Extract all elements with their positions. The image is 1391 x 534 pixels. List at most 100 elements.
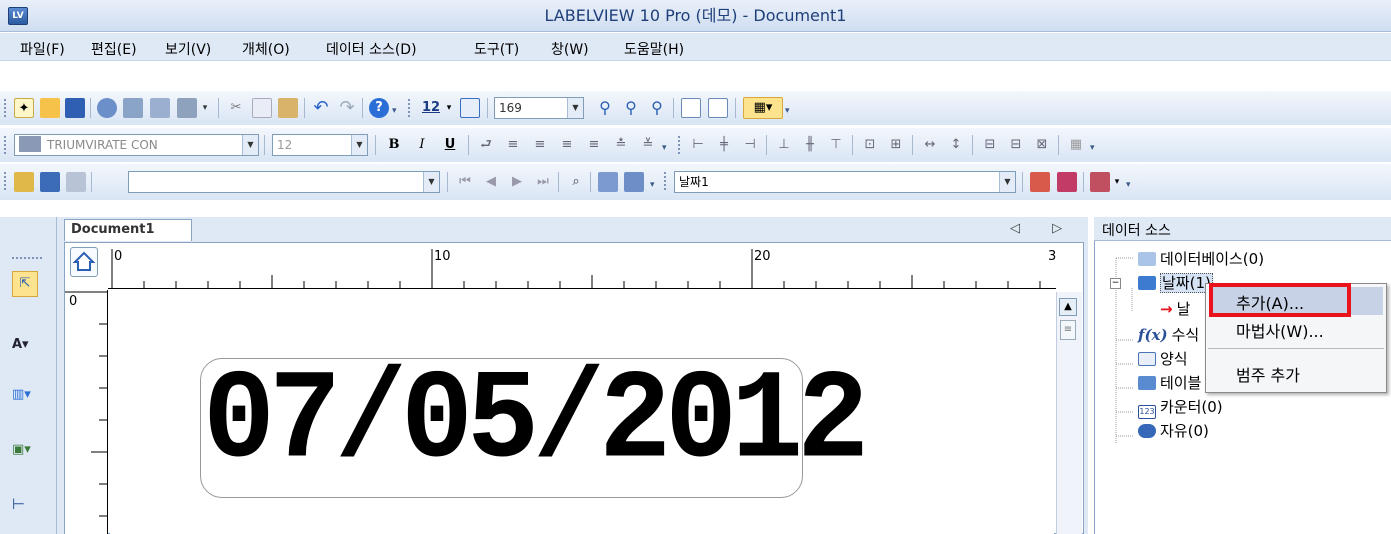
line-tool-icon[interactable]: ⊢ — [12, 495, 42, 517]
help-icon[interactable]: ? — [369, 98, 389, 118]
vertical-scrollbar[interactable]: ▲ ≡ — [1056, 292, 1082, 534]
align-center-icon[interactable]: ≡ — [530, 135, 550, 155]
image-tool-icon[interactable]: ▣▾ — [12, 442, 42, 464]
tree-item-database[interactable]: 데이터베이스(0) — [1138, 248, 1264, 269]
paste-icon[interactable] — [278, 98, 298, 118]
new-icon[interactable]: ✦ — [14, 98, 34, 118]
toolbar-chevron-icon[interactable]: ▾ — [1090, 133, 1098, 157]
toolbar-chevron-icon[interactable]: ▾ — [662, 133, 670, 157]
tree-collapse-icon[interactable]: − — [1110, 278, 1121, 289]
last-record-icon[interactable]: ⏭ — [533, 172, 553, 192]
print-dropdown-icon[interactable]: ▾ — [200, 98, 210, 118]
center-vertical-icon[interactable]: ⊞ — [886, 135, 906, 155]
properties-icon[interactable] — [123, 98, 143, 118]
grid-pattern-icon[interactable]: ▦ — [1066, 135, 1086, 155]
delete-variable-icon[interactable] — [1057, 172, 1077, 192]
record-select[interactable]: ▼ — [128, 171, 440, 193]
table-view-icon[interactable] — [624, 172, 644, 192]
font-size-dropdown-icon[interactable]: ▼ — [351, 135, 367, 155]
scroll-thumb[interactable]: ≡ — [1060, 320, 1076, 340]
same-size-icon[interactable]: ⊠ — [1032, 135, 1052, 155]
toolbar-chevron-icon[interactable]: ▾ — [650, 170, 658, 194]
toolbar-chevron-icon[interactable]: ▾ — [1126, 170, 1134, 194]
cut-icon[interactable]: ✂ — [226, 98, 246, 118]
bold-button[interactable]: B — [384, 135, 404, 155]
grid-size-value[interactable]: 12 — [418, 98, 444, 118]
text-tool-icon[interactable]: A▾ — [12, 337, 42, 359]
tree-item-date-variable[interactable]: → 날 — [1160, 298, 1190, 319]
copy-icon[interactable] — [252, 98, 272, 118]
align-objects-left-icon[interactable]: ⊢ — [688, 135, 708, 155]
align-middle-icon[interactable]: ╫ — [800, 135, 820, 155]
same-width-icon[interactable]: ↔ — [920, 135, 940, 155]
variable-options-icon[interactable] — [1090, 172, 1110, 192]
find-icon[interactable]: ⌕ — [566, 172, 586, 192]
align-right-icon[interactable]: ≡ — [557, 135, 577, 155]
variable-options-dropdown-icon[interactable]: ▾ — [1112, 172, 1122, 192]
zoom-out-icon[interactable]: ⚲ — [647, 98, 667, 118]
context-menu-wizard[interactable]: 마법사(W)... — [1206, 318, 1386, 342]
fit-page-icon[interactable] — [708, 98, 728, 118]
scroll-up-icon[interactable]: ▲ — [1059, 298, 1077, 316]
undo-icon[interactable]: ↶ — [311, 98, 331, 118]
toolbar-chevron-icon[interactable]: ▾ — [785, 96, 793, 120]
same-height-icon[interactable]: ↕ — [946, 135, 966, 155]
zoom-in-icon[interactable]: ⚲ — [621, 98, 641, 118]
variable-dropdown-icon[interactable]: ▼ — [999, 172, 1015, 192]
home-icon[interactable] — [70, 247, 98, 277]
first-record-icon[interactable]: ⏮ — [455, 172, 475, 192]
center-horizontal-icon[interactable]: ⊡ — [860, 135, 880, 155]
align-left-icon[interactable]: ≡ — [503, 135, 523, 155]
print-icon[interactable] — [177, 98, 197, 118]
redo-icon[interactable]: ↷ — [337, 98, 357, 118]
zoom-dropdown-icon[interactable]: ▼ — [567, 98, 583, 118]
previous-record-icon[interactable]: ◀ — [481, 172, 501, 192]
align-objects-right-icon[interactable]: ⊣ — [740, 135, 760, 155]
sidebar-grip[interactable] — [12, 257, 42, 259]
menu-file[interactable]: 파일(F) — [20, 39, 65, 59]
spacing-icon[interactable]: ≚ — [638, 135, 658, 155]
print-setup-icon[interactable] — [97, 98, 117, 118]
grid-icon[interactable] — [460, 98, 480, 118]
preview-icon[interactable] — [150, 98, 170, 118]
italic-button[interactable]: I — [412, 135, 432, 155]
record-dropdown-icon[interactable]: ▼ — [423, 172, 439, 192]
align-bottom-icon[interactable]: ⊥ — [774, 135, 794, 155]
grid-dropdown-icon[interactable]: ▾ — [444, 98, 454, 118]
zoom-select[interactable]: 169 ▼ — [494, 97, 584, 119]
tree-item-formula[interactable]: f(x) 수식 — [1138, 324, 1199, 345]
underline-button[interactable]: U — [440, 135, 460, 155]
tree-item-table[interactable]: 테이블 — [1138, 372, 1201, 393]
tree-item-free[interactable]: 자유(0) — [1138, 420, 1209, 441]
menu-window[interactable]: 창(W) — [551, 39, 589, 59]
tree-item-date[interactable]: 날짜(1) — [1138, 272, 1213, 293]
tree-item-form[interactable]: 양식 — [1138, 348, 1188, 369]
align-objects-center-icon[interactable]: ╪ — [714, 135, 734, 155]
font-name-select[interactable]: TRIUMVIRATE CON ▼ — [14, 134, 259, 156]
database-view-icon[interactable] — [66, 172, 86, 192]
next-record-icon[interactable]: ▶ — [507, 172, 527, 192]
database-query-icon[interactable] — [40, 172, 60, 192]
valign-icon[interactable]: ≛ — [611, 135, 631, 155]
date-text-object[interactable]: 07/05/2012 — [203, 344, 869, 502]
menu-edit[interactable]: 편집(E) — [91, 39, 137, 59]
space-horizontal-icon[interactable]: ⊟ — [980, 135, 1000, 155]
tree-item-counter[interactable]: 123 카운터(0) — [1138, 396, 1223, 419]
view-mode-icon[interactable]: ▦▾ — [743, 97, 783, 119]
barcode-tool-icon[interactable]: ▥▾ — [12, 387, 42, 409]
context-menu-add-category[interactable]: 범주 추가 — [1206, 362, 1386, 386]
menu-tools[interactable]: 도구(T) — [474, 39, 519, 59]
tab-document1[interactable]: Document1 — [64, 219, 192, 241]
align-top-icon[interactable]: ⊤ — [826, 135, 846, 155]
select-tool-icon[interactable]: ⇱ — [12, 271, 38, 297]
wrap-text-icon[interactable]: ⮐ — [476, 135, 496, 155]
variable-select[interactable]: 날짜1 ▼ — [674, 171, 1016, 193]
save-icon[interactable] — [65, 98, 85, 118]
justify-icon[interactable]: ≡ — [584, 135, 604, 155]
form-view-icon[interactable] — [598, 172, 618, 192]
space-vertical-icon[interactable]: ⊟ — [1006, 135, 1026, 155]
menu-object[interactable]: 개체(O) — [242, 39, 290, 59]
open-folder-icon[interactable] — [40, 98, 60, 118]
font-dropdown-icon[interactable]: ▼ — [242, 135, 258, 155]
zoom-icon[interactable]: ⚲ — [595, 98, 615, 118]
